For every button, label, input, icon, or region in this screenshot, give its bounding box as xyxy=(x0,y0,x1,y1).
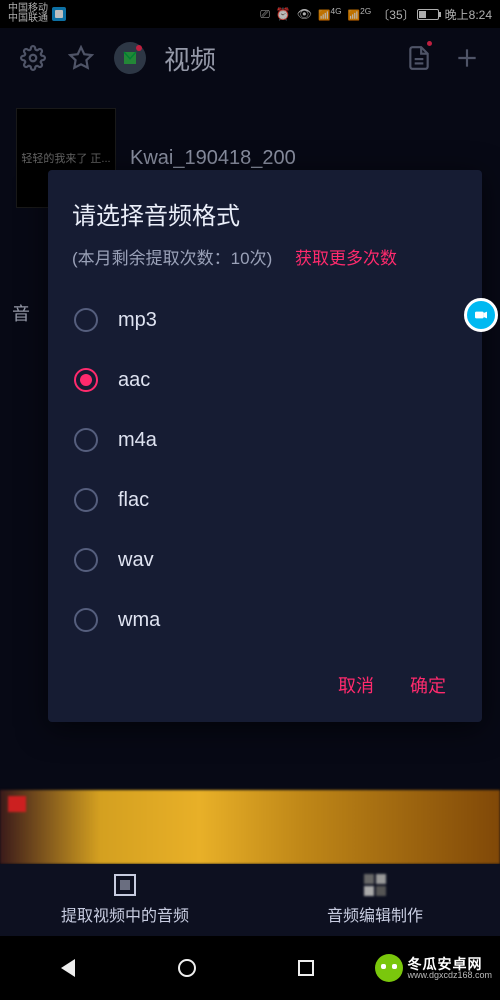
dialog-subtitle: (本月剩余提取次数：10次) 获取更多次数 xyxy=(72,245,458,272)
format-option-aac[interactable]: aac xyxy=(72,350,458,410)
floating-camera-button[interactable] xyxy=(464,298,498,332)
format-option-wav[interactable]: wav xyxy=(72,530,458,590)
format-label: wav xyxy=(118,549,154,572)
cancel-button[interactable]: 取消 xyxy=(338,672,374,698)
camera-icon xyxy=(473,307,489,323)
edit-icon xyxy=(364,874,386,896)
quota-text: (本月剩余提取次数：10次) xyxy=(72,249,272,268)
background-video-preview xyxy=(0,790,500,864)
format-option-wma[interactable]: wma xyxy=(72,590,458,650)
audio-format-dialog: 请选择音频格式 (本月剩余提取次数：10次) 获取更多次数 mp3 aac m4… xyxy=(48,170,482,722)
format-label: aac xyxy=(118,369,150,392)
bottom-tabs: 提取视频中的音频 音频编辑制作 xyxy=(0,864,500,936)
radio-icon xyxy=(74,308,98,332)
watermark-name: 冬瓜安卓网 xyxy=(407,957,492,971)
radio-icon xyxy=(74,608,98,632)
tab-audio-edit[interactable]: 音频编辑制作 xyxy=(250,864,500,936)
tab-label: 提取视频中的音频 xyxy=(61,902,189,926)
format-label: mp3 xyxy=(118,309,157,332)
format-radio-list: mp3 aac m4a flac wav wma xyxy=(72,290,458,650)
format-label: m4a xyxy=(118,429,157,452)
format-label: wma xyxy=(118,609,160,632)
radio-icon xyxy=(74,548,98,572)
tab-extract-audio[interactable]: 提取视频中的音频 xyxy=(0,864,250,936)
dialog-title: 请选择音频格式 xyxy=(72,196,458,231)
extract-icon xyxy=(114,874,136,896)
nav-back-button[interactable] xyxy=(61,959,75,977)
radio-icon xyxy=(74,368,98,392)
get-more-link[interactable]: 获取更多次数 xyxy=(295,249,397,268)
watermark-url: www.dgxcdz168.com xyxy=(407,971,492,980)
android-nav-bar: 冬瓜安卓网 www.dgxcdz168.com xyxy=(0,936,500,1000)
nav-home-button[interactable] xyxy=(178,959,196,977)
format-option-mp3[interactable]: mp3 xyxy=(72,290,458,350)
format-option-m4a[interactable]: m4a xyxy=(72,410,458,470)
nav-recent-button[interactable] xyxy=(298,960,314,976)
tab-label: 音频编辑制作 xyxy=(327,902,423,926)
radio-icon xyxy=(74,488,98,512)
watermark: 冬瓜安卓网 www.dgxcdz168.com xyxy=(375,954,500,982)
nav-keys xyxy=(0,959,375,977)
watermark-logo-icon xyxy=(375,954,403,982)
dialog-actions: 取消 确定 xyxy=(72,650,458,708)
format-label: flac xyxy=(118,489,149,512)
radio-icon xyxy=(74,428,98,452)
format-option-flac[interactable]: flac xyxy=(72,470,458,530)
confirm-button[interactable]: 确定 xyxy=(410,672,446,698)
